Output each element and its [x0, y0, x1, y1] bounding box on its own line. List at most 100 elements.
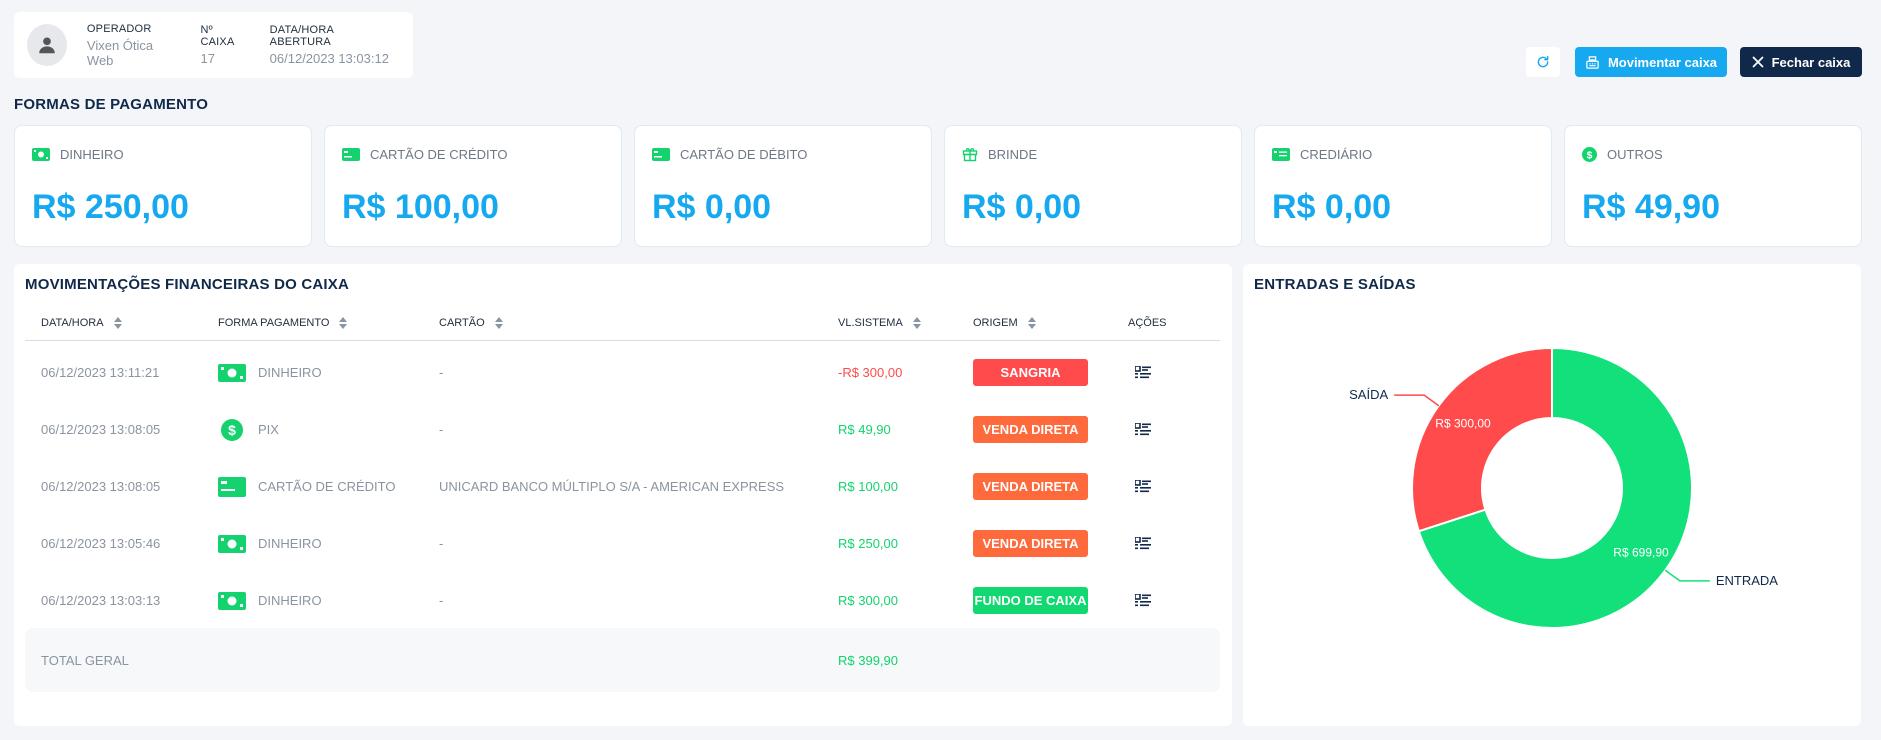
details-list-icon[interactable] — [1135, 365, 1151, 380]
close-icon — [1752, 56, 1764, 68]
total-value: R$ 399,90 — [838, 652, 898, 668]
col-valor[interactable]: VL.SISTEMA — [838, 308, 921, 338]
payment-card-value: R$ 250,00 — [32, 188, 189, 226]
category-label-0: SAÍDA — [1349, 387, 1388, 402]
pie-slice-0[interactable] — [1411, 346, 1553, 533]
row-actions — [1135, 401, 1151, 458]
sort-icon — [113, 317, 122, 329]
total-row: TOTAL GERAL R$ 399,90 — [25, 628, 1220, 692]
row-actions — [1135, 572, 1151, 629]
row-forma-label: DINHEIRO — [258, 593, 322, 608]
row-valor: R$ 100,00 — [838, 479, 898, 494]
row-origem: VENDA DIRETA — [973, 458, 1088, 515]
close-cash-label: Fechar caixa — [1771, 54, 1851, 70]
row-origem: FUNDO DE CAIXA — [973, 572, 1088, 629]
row-forma: DINHEIRO — [218, 572, 322, 629]
payments-title: FORMAS DE PAGAMENTO — [14, 96, 209, 113]
table-row: 06/12/2023 13:08:05 $ PIX - R$ 49,90 VEN… — [25, 401, 1220, 458]
col-forma[interactable]: FORMA PAGAMENTO — [218, 308, 348, 338]
payment-card-label: CARTÃO DE CRÉDITO — [370, 146, 508, 162]
total-label: TOTAL GERAL — [41, 652, 129, 668]
payment-card-outros: $ OUTROS R$ 49,90 — [1564, 125, 1862, 247]
col-acoes-label: AÇÕES — [1128, 317, 1167, 329]
cash-icon — [218, 363, 246, 382]
payment-card-label: OUTROS — [1607, 146, 1663, 162]
operator-label: OPERADOR — [86, 22, 152, 35]
operator-info: OPERADOR Vixen Ótica Web — [87, 23, 179, 68]
origin-badge: FUNDO DE CAIXA — [973, 587, 1088, 614]
opening-info: DATA/HORA ABERTURA 06/12/2023 13:03:12 — [270, 24, 391, 66]
credit-store-icon — [1272, 147, 1290, 161]
row-forma: DINHEIRO — [218, 344, 322, 401]
refresh-button[interactable] — [1526, 47, 1560, 77]
col-origem-label: ORIGEM — [973, 317, 1018, 329]
debit-card-icon — [652, 147, 670, 161]
payment-card-label: DINHEIRO — [60, 146, 124, 162]
origin-badge: VENDA DIRETA — [973, 416, 1088, 443]
row-cartao: - — [439, 365, 444, 380]
row-datahora: 06/12/2023 13:08:05 — [41, 422, 161, 437]
table-row: 06/12/2023 13:03:13 DINHEIRO - R$ 300,00… — [25, 572, 1220, 629]
details-list-icon[interactable] — [1135, 422, 1151, 437]
payment-card-label: BRINDE — [988, 146, 1038, 162]
payment-card-value: R$ 0,00 — [1272, 188, 1392, 226]
col-acoes: AÇÕES — [1128, 308, 1167, 338]
col-cartao-label: CARTÃO — [439, 317, 485, 329]
col-datahora[interactable]: DATA/HORA — [41, 308, 122, 338]
avatar — [27, 24, 67, 66]
gift-icon — [962, 148, 978, 162]
category-label-1: ENTRADA — [1716, 573, 1778, 588]
payment-card-brinde: BRINDE R$ 0,00 — [944, 125, 1242, 247]
row-origem: VENDA DIRETA — [973, 401, 1088, 458]
row-forma: DINHEIRO — [218, 515, 322, 572]
refresh-icon — [1537, 56, 1549, 68]
cash-icon — [32, 147, 50, 161]
payment-card-value: R$ 0,00 — [652, 188, 772, 226]
row-actions — [1135, 344, 1151, 401]
table-row: 06/12/2023 13:08:05 CARTÃO DE CRÉDITO UN… — [25, 458, 1220, 515]
sort-icon — [1027, 317, 1036, 329]
row-cartao: - — [439, 593, 444, 608]
row-origem: VENDA DIRETA — [973, 515, 1088, 572]
movements-title: MOVIMENTAÇÕES FINANCEIRAS DO CAIXA — [25, 276, 350, 293]
movements-panel: MOVIMENTAÇÕES FINANCEIRAS DO CAIXA DATA/… — [14, 264, 1232, 726]
data-label-0: R$ 300,00 — [1435, 416, 1491, 430]
chart-panel: ENTRADAS E SAÍDAS R$ 300,00 SAÍDA R$ 699,9… — [1243, 264, 1861, 726]
cash-register-info: Nº CAIXA 17 — [200, 24, 247, 66]
details-list-icon[interactable] — [1135, 593, 1151, 608]
move-cash-button[interactable]: Movimentar caixa — [1575, 47, 1727, 77]
cash-register-label: Nº CAIXA — [200, 24, 235, 48]
row-origem: SANGRIA — [973, 344, 1088, 401]
table-row: 06/12/2023 13:11:21 DINHEIRO - -R$ 300,0… — [25, 344, 1220, 401]
payment-card-label: CARTÃO DE DÉBITO — [680, 146, 808, 162]
row-forma-label: DINHEIRO — [258, 365, 322, 380]
payment-card-value: R$ 0,00 — [962, 188, 1082, 226]
payment-card-value: R$ 100,00 — [342, 188, 499, 226]
opening-value: 06/12/2023 13:03:12 — [269, 51, 389, 66]
row-valor: R$ 250,00 — [838, 536, 898, 551]
row-datahora: 06/12/2023 13:08:05 — [41, 479, 161, 494]
col-forma-label: FORMA PAGAMENTO — [218, 317, 330, 329]
details-list-icon[interactable] — [1135, 536, 1151, 551]
cash-icon — [218, 591, 246, 610]
row-cartao: UNICARD BANCO MÚLTIPLO S/A - AMERICAN EX… — [439, 479, 785, 494]
cash-icon — [218, 534, 246, 553]
origin-badge: VENDA DIRETA — [973, 473, 1088, 500]
payment-card-label: CREDIÁRIO — [1300, 146, 1373, 162]
row-actions — [1135, 458, 1151, 515]
col-datahora-label: DATA/HORA — [41, 317, 104, 329]
data-label-1: R$ 699,90 — [1613, 546, 1669, 560]
payment-card-debito: CARTÃO DE DÉBITO R$ 0,00 — [634, 125, 932, 247]
table-row: 06/12/2023 13:05:46 DINHEIRO - R$ 250,00… — [25, 515, 1220, 572]
close-cash-button[interactable]: Fechar caixa — [1740, 47, 1862, 77]
user-icon — [39, 37, 55, 54]
sort-icon — [339, 317, 348, 329]
operator-card: OPERADOR Vixen Ótica Web Nº CAIXA 17 DAT… — [14, 12, 413, 78]
details-list-icon[interactable] — [1135, 479, 1151, 494]
sort-icon — [912, 317, 921, 329]
sort-icon — [494, 317, 503, 329]
col-cartao[interactable]: CARTÃO — [439, 308, 503, 338]
col-origem[interactable]: ORIGEM — [973, 308, 1036, 338]
label-connector-0 — [1394, 394, 1440, 407]
label-connector-1 — [1664, 569, 1710, 582]
